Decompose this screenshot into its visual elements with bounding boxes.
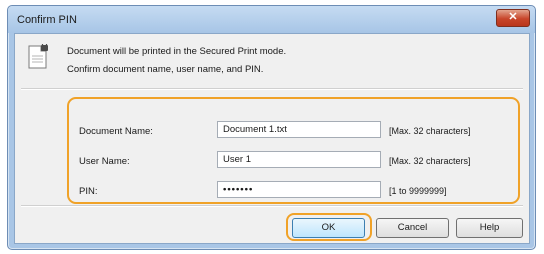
ok-button[interactable]: OK: [292, 218, 365, 238]
user-name-field[interactable]: User 1: [217, 151, 381, 168]
document-name-field[interactable]: Document 1.txt: [217, 121, 381, 138]
separator: [21, 88, 523, 90]
user-name-label: User Name:: [79, 156, 130, 167]
cancel-button[interactable]: Cancel: [376, 218, 449, 238]
dialog-body: Document will be printed in the Secured …: [14, 33, 530, 244]
pin-field[interactable]: •••••••: [217, 181, 381, 198]
user-name-hint: [Max. 32 characters]: [389, 156, 471, 166]
confirm-pin-dialog: Confirm PIN ✕ Document will be printed i…: [7, 5, 536, 250]
document-name-label: Document Name:: [79, 126, 153, 137]
help-button[interactable]: Help: [456, 218, 523, 238]
title-bar[interactable]: Confirm PIN ✕: [8, 6, 535, 33]
close-icon: ✕: [508, 11, 518, 23]
window-title: Confirm PIN: [17, 14, 77, 26]
secure-print-document-icon: [28, 44, 48, 69]
pin-hint: [1 to 9999999]: [389, 186, 447, 196]
message-line-1: Document will be printed in the Secured …: [67, 46, 287, 57]
close-button[interactable]: ✕: [496, 9, 530, 27]
separator: [21, 205, 523, 207]
message-line-2: Confirm document name, user name, and PI…: [67, 64, 264, 75]
document-name-hint: [Max. 32 characters]: [389, 126, 471, 136]
pin-label: PIN:: [79, 186, 98, 197]
